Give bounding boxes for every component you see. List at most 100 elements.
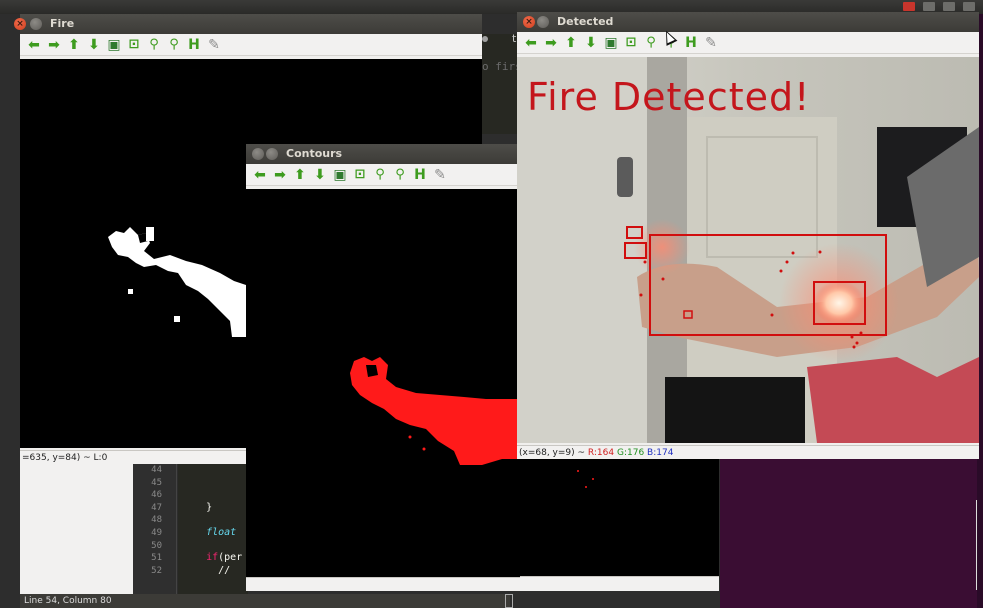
zoom-fit-icon[interactable]: ⊡	[126, 37, 142, 53]
detection-dot	[818, 250, 822, 254]
zoom-in-icon[interactable]: ⚲	[643, 35, 659, 51]
flame	[813, 281, 865, 325]
contours-window[interactable]: Contours ⬅ ➡ ⬆ ⬇ ▣ ⊡ ⚲ ⚲ H ✎	[246, 144, 520, 591]
line-number: 48	[151, 515, 162, 526]
pixel-coordinates: (x=68, y=9) ~	[519, 448, 588, 458]
zoom-in-icon[interactable]: ⚲	[146, 37, 162, 53]
zoom-out-icon[interactable]: ⚲	[166, 37, 182, 53]
arrow-down-icon[interactable]: ⬇	[312, 167, 328, 183]
contours-extension-canvas	[577, 470, 594, 488]
keyword: if	[206, 552, 219, 564]
arrow-left-icon[interactable]: ⬅	[252, 167, 268, 183]
detection-dot	[859, 331, 863, 335]
code-line: //	[182, 564, 237, 576]
minimize-button[interactable]	[30, 18, 42, 30]
contours-toolbar: ⬅ ➡ ⬆ ⬇ ▣ ⊡ ⚲ ⚲ H ✎	[246, 164, 520, 186]
line-number: 50	[151, 540, 162, 551]
desktop-divider	[976, 500, 977, 590]
contour-hole	[366, 365, 378, 377]
contours-status-strip	[246, 577, 520, 591]
editor-status-bar: Line 54, Column 80	[20, 594, 510, 608]
contours-titlebar[interactable]: Contours	[246, 144, 520, 164]
arrow-up-icon[interactable]: ⬆	[292, 167, 308, 183]
clock-icon[interactable]	[963, 2, 975, 11]
topbar-indicators	[903, 2, 975, 11]
arrow-left-icon[interactable]: ⬅	[523, 35, 539, 51]
zoom-fit-icon[interactable]: ⊡	[623, 35, 639, 51]
detected-camera-image: Fire Detected!	[517, 57, 979, 443]
detection-dot	[639, 293, 643, 297]
record-icon[interactable]	[903, 2, 915, 11]
code-line: if(per	[206, 552, 243, 564]
code-line: }	[182, 501, 213, 513]
detected-titlebar[interactable]: × Detected	[517, 12, 979, 32]
zoom-in-icon[interactable]: ⚲	[372, 167, 388, 183]
editor-tab[interactable]: t	[512, 32, 516, 45]
desktop: t o firs 44 45 46 47 48 49 50 51 52 } float if(p…	[0, 0, 983, 608]
contour-speck	[592, 478, 594, 480]
window-title: Contours	[286, 147, 343, 160]
line-number: 44	[151, 465, 162, 475]
line-number: 49	[151, 527, 162, 538]
properties-brush-icon[interactable]: ✎	[432, 167, 448, 183]
save-icon[interactable]: H	[186, 37, 202, 53]
image-icon[interactable]: ▣	[332, 167, 348, 183]
detection-dot	[852, 345, 856, 349]
arrow-up-icon[interactable]: ⬆	[66, 37, 82, 53]
fire-mask-fragment	[146, 227, 154, 241]
tab-modified-icon	[482, 36, 488, 42]
line-number: 46	[151, 490, 162, 501]
line-number-gutter: 44 45 46 47 48 49 50 51 52	[133, 464, 177, 594]
arrow-left-icon[interactable]: ⬅	[26, 37, 42, 53]
pixel-red-value: R:164	[587, 448, 615, 458]
save-icon[interactable]: H	[683, 35, 699, 51]
arrow-down-icon[interactable]: ⬇	[86, 37, 102, 53]
arrow-down-icon[interactable]: ⬇	[583, 35, 599, 51]
minimize-button[interactable]	[266, 148, 278, 160]
line-number: 45	[151, 477, 162, 488]
properties-brush-icon[interactable]: ✎	[206, 37, 222, 53]
zoom-out-icon[interactable]: ⚲	[392, 167, 408, 183]
contour-speck	[577, 470, 579, 472]
arrow-right-icon[interactable]: ➡	[272, 167, 288, 183]
pixel-blue-value: B:174	[647, 448, 674, 458]
editor-background-pane	[480, 34, 520, 134]
window-title: Detected	[557, 15, 614, 28]
contour-speck	[585, 486, 587, 488]
image-icon[interactable]: ▣	[106, 37, 122, 53]
fire-titlebar[interactable]: × Fire	[14, 14, 482, 34]
detected-toolbar: ⬅ ➡ ⬆ ⬇ ▣ ⊡ ⚲ ⚲ H ✎	[517, 32, 979, 54]
battery-icon[interactable]	[923, 2, 935, 11]
wall-outlet	[617, 157, 633, 197]
detection-dot	[779, 269, 783, 273]
arrow-right-icon[interactable]: ➡	[543, 35, 559, 51]
fire-toolbar: ⬅ ➡ ⬆ ⬇ ▣ ⊡ ⚲ ⚲ H ✎	[20, 34, 482, 56]
zoom-fit-icon[interactable]: ⊡	[352, 167, 368, 183]
status-bar-indicator	[505, 594, 513, 608]
properties-brush-icon[interactable]: ✎	[703, 35, 719, 51]
arrow-right-icon[interactable]: ➡	[46, 37, 62, 53]
contours-canvas	[350, 357, 520, 465]
contours-viewport-extension	[518, 459, 719, 576]
editor-side-panel	[20, 464, 133, 594]
close-button[interactable]: ×	[14, 18, 26, 30]
arrow-up-icon[interactable]: ⬆	[563, 35, 579, 51]
line-number: 47	[151, 502, 162, 513]
code-text-area[interactable]: } float if(per //	[178, 464, 248, 594]
close-button[interactable]	[252, 148, 264, 160]
fire-mask-speck	[128, 289, 133, 294]
contours-image	[246, 189, 520, 577]
fire-detected-label: Fire Detected!	[527, 75, 811, 119]
network-icon[interactable]	[943, 2, 955, 11]
editor-partial-text: o firs	[482, 60, 522, 73]
pixel-green-value: G:176	[616, 448, 645, 458]
close-button[interactable]: ×	[523, 16, 535, 28]
image-icon[interactable]: ▣	[603, 35, 619, 51]
detection-dot	[785, 260, 789, 264]
save-icon[interactable]: H	[412, 167, 428, 183]
minimize-button[interactable]	[537, 16, 549, 28]
detected-window[interactable]: × Detected ⬅ ➡ ⬆ ⬇ ▣ ⊡ ⚲ ⚲ H ✎ Fire Dete…	[517, 12, 979, 459]
